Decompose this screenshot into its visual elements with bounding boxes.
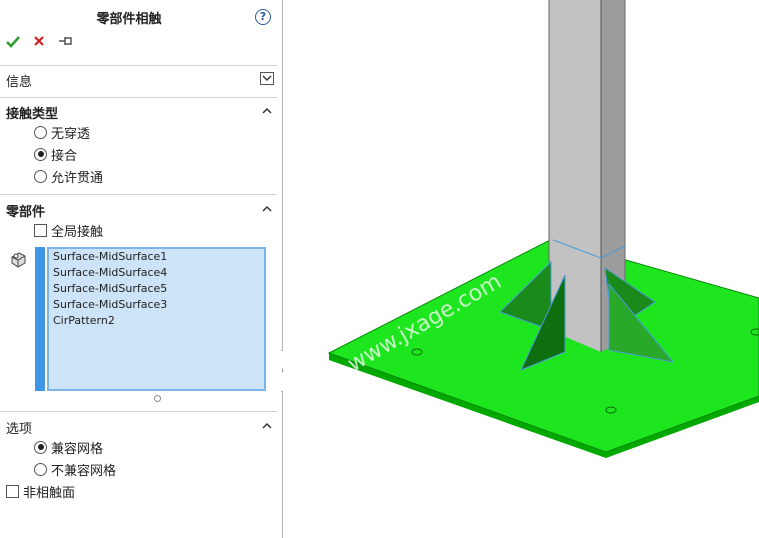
graphics-viewport[interactable]: www.jxage.com — [283, 0, 759, 538]
list-item[interactable]: Surface-MidSurface4 — [49, 265, 264, 281]
checkbox[interactable] — [6, 484, 19, 498]
contact-option-no-penetration[interactable]: 无穿透 — [34, 123, 91, 142]
help-icon[interactable]: ? — [255, 9, 271, 25]
list-item[interactable]: Surface-MidSurface3 — [49, 297, 264, 313]
checkbox-label: 全局接触 — [51, 224, 104, 240]
option-label: 不兼容网格 — [51, 463, 117, 479]
radio-button[interactable] — [34, 462, 47, 476]
radio-button[interactable] — [34, 440, 47, 454]
selection-color-strip — [35, 247, 45, 391]
model-view: www.jxage.com — [327, 0, 759, 458]
property-manager-panel: 零部件相触 ? 信息 接触类型 无穿透 接合 允许贯通 零部件 全局接触 Sur… — [0, 0, 283, 538]
checkbox-label: 非相触面 — [23, 485, 76, 501]
component-icon — [11, 252, 26, 268]
info-section-label: 信息 — [6, 75, 33, 90]
radio-button[interactable] — [34, 147, 47, 161]
radio-button[interactable] — [34, 169, 47, 183]
listbox-resize-handle[interactable] — [154, 395, 161, 402]
divider — [0, 65, 277, 66]
components-section-label: 零部件 — [6, 205, 46, 220]
option-label: 无穿透 — [51, 126, 91, 142]
mesh-option-compatible[interactable]: 兼容网格 — [34, 438, 104, 457]
pin-icon — [59, 37, 72, 45]
chevron-up-icon[interactable] — [262, 421, 272, 431]
list-item[interactable]: Surface-MidSurface1 — [49, 249, 264, 265]
list-item[interactable]: CirPattern2 — [49, 313, 264, 329]
divider — [0, 411, 277, 412]
info-expand-button[interactable] — [260, 72, 274, 85]
components-listbox[interactable]: Surface-MidSurface1 Surface-MidSurface4 … — [47, 247, 266, 391]
cancel-button[interactable] — [33, 35, 45, 51]
column-face-right — [601, 0, 625, 258]
list-item[interactable]: Surface-MidSurface5 — [49, 281, 264, 297]
ok-button[interactable] — [6, 35, 20, 53]
contact-type-section-label: 接触类型 — [6, 107, 59, 122]
checkmark-icon — [6, 36, 20, 48]
column-face-left — [549, 0, 601, 258]
divider — [0, 97, 277, 98]
chevron-down-icon — [262, 75, 272, 81]
chevron-up-icon[interactable] — [262, 106, 272, 116]
global-contact-checkbox[interactable]: 全局接触 — [34, 221, 104, 240]
contact-option-allow-penetration[interactable]: 允许贯通 — [34, 167, 104, 186]
option-label: 允许贯通 — [51, 170, 104, 186]
panel-title: 零部件相触 — [96, 12, 162, 27]
chevron-up-icon[interactable] — [262, 204, 272, 214]
radio-button[interactable] — [34, 125, 47, 139]
divider — [0, 194, 277, 195]
mesh-option-incompatible[interactable]: 不兼容网格 — [34, 460, 117, 479]
contact-option-bonded[interactable]: 接合 — [34, 145, 78, 164]
option-label: 兼容网格 — [51, 441, 104, 457]
checkbox[interactable] — [34, 223, 47, 237]
close-icon — [34, 36, 44, 46]
non-touching-faces-checkbox[interactable]: 非相触面 — [6, 482, 76, 501]
options-section-label: 选项 — [6, 422, 33, 437]
pin-button[interactable] — [58, 35, 74, 51]
option-label: 接合 — [51, 148, 78, 164]
